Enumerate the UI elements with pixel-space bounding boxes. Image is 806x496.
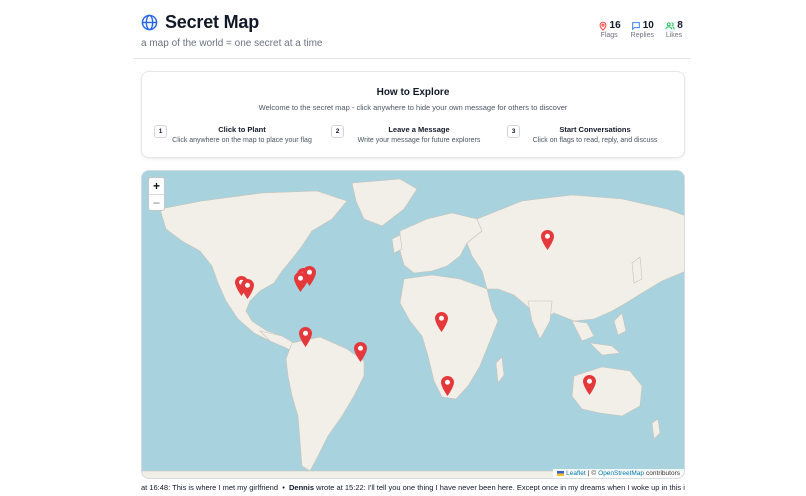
header-divider xyxy=(133,58,691,59)
stat-flags: 16 Flags xyxy=(598,20,621,39)
attribution-tail: contributors xyxy=(646,470,680,477)
stat-flags-value: 16 xyxy=(609,20,621,31)
zoom-control: + − xyxy=(148,177,165,211)
stat-flags-label: Flags xyxy=(600,32,618,39)
how-to-welcome: Welcome to the secret map - click anywhe… xyxy=(258,103,568,112)
attribution-copyright: © xyxy=(591,470,597,477)
stat-replies-label: Replies xyxy=(630,32,654,39)
zoom-in-button[interactable]: + xyxy=(149,178,164,194)
secrets-ticker: at 16:48: This is where I met my girlfri… xyxy=(141,483,686,496)
flag-pin[interactable] xyxy=(435,312,448,332)
page-title: Secret Map xyxy=(165,12,260,32)
world-map-tiles[interactable] xyxy=(142,171,685,479)
ticker-time: wrote at 15:22: xyxy=(316,483,366,492)
chat-icon xyxy=(631,21,640,31)
how-to-title: How to Explore xyxy=(376,87,450,98)
step-description: Click anywhere on the map to place your … xyxy=(172,137,312,144)
how-to-card: How to Explore Welcome to the secret map… xyxy=(141,71,685,158)
flag-pin[interactable] xyxy=(294,272,307,292)
ukraine-flag-icon xyxy=(557,471,565,476)
stats-bar: 16 Flags 10 Replies 8 Likes xyxy=(598,20,684,39)
flag-pin[interactable] xyxy=(541,230,554,250)
step-leave-a-message: 2 Leave a Message Write your message for… xyxy=(319,125,499,144)
flag-pin[interactable] xyxy=(299,327,312,347)
stat-replies: 10 Replies xyxy=(631,20,654,39)
ticker-author: Dennis xyxy=(289,483,315,492)
step-description: Click on flags to read, reply, and discu… xyxy=(532,137,658,144)
step-title: Start Conversations xyxy=(559,125,631,134)
stat-likes-label: Likes xyxy=(665,32,683,39)
step-title: Click to Plant xyxy=(218,125,266,134)
world-map[interactable]: + − Leaflet | © OpenStreetMap contributo… xyxy=(141,170,685,479)
step-title: Leave a Message xyxy=(388,125,450,134)
step-number: 3 xyxy=(507,125,520,138)
stat-likes: 8 Likes xyxy=(664,20,684,39)
step-start-conversations: 3 Start Conversations Click on flags to … xyxy=(495,125,675,144)
flag-pin[interactable] xyxy=(583,375,596,395)
osm-link[interactable]: OpenStreetMap xyxy=(598,470,644,477)
header: Secret Map a map of the world = one secr… xyxy=(141,12,686,58)
ticker-bullet: • xyxy=(282,483,285,492)
step-description: Write your message for future explorers xyxy=(357,137,481,144)
users-icon xyxy=(665,21,675,29)
leaflet-link[interactable]: Leaflet xyxy=(566,470,586,477)
stat-replies-value: 10 xyxy=(642,20,654,31)
step-number: 1 xyxy=(154,125,167,138)
step-click-to-plant: 1 Click to Plant Click anywhere on the m… xyxy=(142,125,322,144)
attribution-separator: | xyxy=(587,470,590,477)
flag-pin[interactable] xyxy=(354,342,367,362)
map-attribution: Leaflet | © OpenStreetMap contributors xyxy=(553,469,684,478)
ticker-message: I'll tell you one thing I have never bee… xyxy=(367,483,685,492)
tagline: a map of the world = one secret at a tim… xyxy=(141,38,323,49)
stat-likes-value: 8 xyxy=(677,20,683,31)
globe-icon xyxy=(141,14,158,31)
pin-icon xyxy=(599,21,606,31)
zoom-out-button[interactable]: − xyxy=(149,194,164,210)
flag-pin[interactable] xyxy=(441,376,454,396)
step-number: 2 xyxy=(331,125,344,138)
flag-pin[interactable] xyxy=(241,279,254,299)
ticker-message: This is where I met my girlfriend xyxy=(172,483,279,492)
ticker-time: at 16:48: xyxy=(141,483,171,492)
